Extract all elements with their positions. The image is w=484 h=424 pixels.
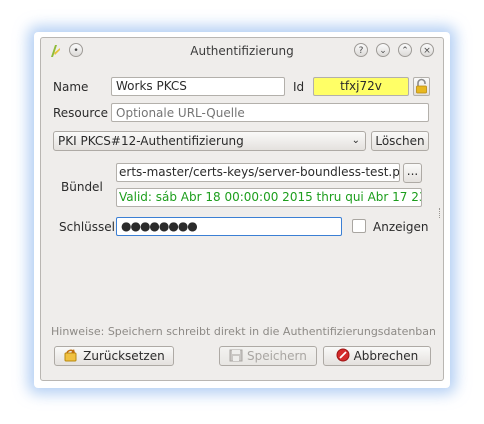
key-label: Schlüssel (59, 220, 115, 234)
delete-button[interactable]: Löschen (371, 131, 429, 151)
browse-button[interactable]: ... (403, 163, 422, 183)
resource-input[interactable] (111, 103, 429, 122)
save-button[interactable]: Speichern (219, 346, 317, 366)
close-button[interactable]: × (420, 43, 434, 57)
titlebar: • Authentifizierung ? ⌄ ⌃ × (41, 38, 443, 64)
name-input[interactable]: Works PKCS (111, 77, 285, 96)
chevron-down-icon: ⌄ (351, 135, 360, 146)
bundle-validity-field: Valid: sáb Abr 18 00:00:00 2015 thru qui… (116, 188, 422, 207)
auth-method-select[interactable]: PKI PKCS#12-Authentifizierung ⌄ (53, 131, 366, 151)
id-label: Id (293, 80, 305, 94)
cancel-label: Abbrechen (353, 349, 419, 363)
key-password-input[interactable]: ●●●●●●●● (116, 217, 342, 236)
cancel-button[interactable]: Abbrechen (323, 346, 431, 366)
reset-button[interactable]: Zurücksetzen (54, 346, 174, 366)
maximize-button[interactable]: ⌃ (398, 43, 412, 57)
bundle-label: Bündel (61, 180, 103, 194)
reset-label: Zurücksetzen (83, 349, 165, 363)
cancel-icon (336, 348, 350, 362)
minimize-button[interactable]: ⌄ (376, 43, 390, 57)
resize-grip-icon[interactable] (439, 208, 443, 218)
save-label: Speichern (246, 349, 307, 363)
id-field: tfxj72v (313, 77, 409, 96)
bundle-path-field[interactable]: erts-master/certs-keys/server-boundless-… (116, 163, 400, 182)
lock-icon (416, 78, 427, 94)
name-label: Name (53, 80, 89, 94)
resource-label: Resource (53, 106, 109, 120)
show-key-label: Anzeigen (373, 220, 429, 234)
show-key-checkbox[interactable] (352, 219, 366, 233)
hint-text: Hinweise: Speichern schreibt direkt in d… (51, 325, 435, 338)
auth-dialog: • Authentifizierung ? ⌄ ⌃ × Name Works P… (40, 37, 444, 381)
help-button[interactable]: ? (354, 43, 368, 57)
auth-method-value: PKI PKCS#12-Authentifizierung (58, 134, 244, 148)
reset-icon (64, 349, 77, 362)
unlock-id-button[interactable] (413, 77, 430, 96)
save-icon (229, 349, 243, 362)
